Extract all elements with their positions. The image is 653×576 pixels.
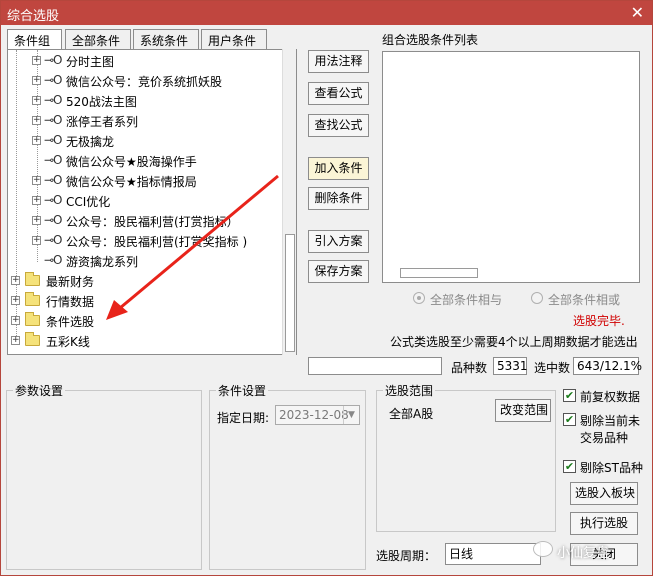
params-group: [6, 390, 202, 570]
combo-condition-list[interactable]: [382, 51, 640, 283]
tab-all-conditions[interactable]: 全部条件: [65, 29, 131, 49]
condition-tree[interactable]: + ⊸O 分时主图 + ⊸O 微信公众号：竞价系统抓妖股 + ⊸O 520战法主…: [7, 49, 297, 355]
window-title: 综合选股: [7, 9, 60, 24]
annotation-arrow: [106, 174, 279, 320]
progress-bar: [308, 357, 442, 375]
exclude-st-checkbox[interactable]: ✔: [563, 460, 576, 473]
pre-adjusted-label: 前复权数据: [580, 390, 641, 404]
period-select[interactable]: 日线: [445, 543, 541, 565]
period-label: 选股周期：: [376, 549, 437, 563]
count-value: 5331: [493, 357, 528, 375]
tab-user-conditions[interactable]: 用户条件: [201, 29, 267, 49]
radio-or-label: 全部条件相或: [548, 293, 621, 307]
radio-or[interactable]: [531, 292, 543, 304]
date-picker[interactable]: 2023-12-08 ▼: [275, 405, 360, 425]
radio-and-label: 全部条件相与: [430, 293, 503, 307]
view-formula-button[interactable]: 查看公式: [308, 82, 369, 105]
params-title: 参数设置: [13, 382, 66, 399]
watermark: 小仙复盘: [557, 546, 610, 561]
date-label: 指定日期:: [217, 411, 270, 425]
list-hscroll-thumb[interactable]: [400, 268, 478, 278]
count-label: 品种数: [451, 361, 488, 375]
date-value: 2023-12-08: [279, 408, 349, 422]
range-value: 全部A股: [389, 407, 434, 421]
change-range-button[interactable]: 改变范围: [495, 399, 551, 422]
stocks-to-block-button[interactable]: 选股入板块: [570, 482, 638, 505]
add-condition-button[interactable]: 加入条件: [308, 157, 369, 180]
save-plan-button[interactable]: 保存方案: [308, 260, 369, 283]
find-formula-button[interactable]: 查找公式: [308, 114, 369, 137]
pre-adjusted-checkbox[interactable]: ✔: [563, 389, 576, 402]
selected-value: 643/12.1%: [573, 357, 642, 375]
delete-condition-button[interactable]: 删除条件: [308, 187, 369, 210]
wechat-icon: [533, 541, 553, 557]
window: 综合选股 ✕ 条件组 全部条件 系统条件 用户条件 + ⊸O 分时主图 + ⊸O…: [0, 0, 653, 576]
combo-list-title: 组合选股条件列表: [382, 33, 479, 47]
scroll-thumb[interactable]: [285, 234, 295, 352]
radio-and[interactable]: [413, 292, 425, 304]
tab-condition-group[interactable]: 条件组: [7, 29, 62, 50]
exclude-untraded-label-2: 交易品种: [580, 431, 629, 445]
exclude-untraded-label-1: 剔除当前未: [580, 414, 641, 428]
status-text: 选股完毕.: [573, 314, 625, 328]
min-period-note: 公式类选股至少需要4个以上周期数据才能选出: [390, 335, 638, 349]
exclude-untraded-checkbox[interactable]: ✔: [563, 413, 576, 426]
chevron-down-icon[interactable]: ▼: [343, 406, 359, 424]
execute-button[interactable]: 执行选股: [570, 512, 638, 535]
import-plan-button[interactable]: 引入方案: [308, 230, 369, 253]
selected-label: 选中数: [534, 361, 571, 375]
usage-notes-button[interactable]: 用法注释: [308, 50, 369, 73]
tree-scrollbar[interactable]: [282, 49, 296, 355]
close-icon[interactable]: ✕: [631, 3, 644, 22]
exclude-st-label: 剔除ST品种: [580, 461, 643, 475]
range-title: 选股范围: [383, 382, 436, 399]
condition-settings-title: 条件设置: [216, 382, 269, 399]
tab-system-conditions[interactable]: 系统条件: [133, 29, 199, 49]
title-bar: 综合选股 ✕: [1, 1, 652, 25]
